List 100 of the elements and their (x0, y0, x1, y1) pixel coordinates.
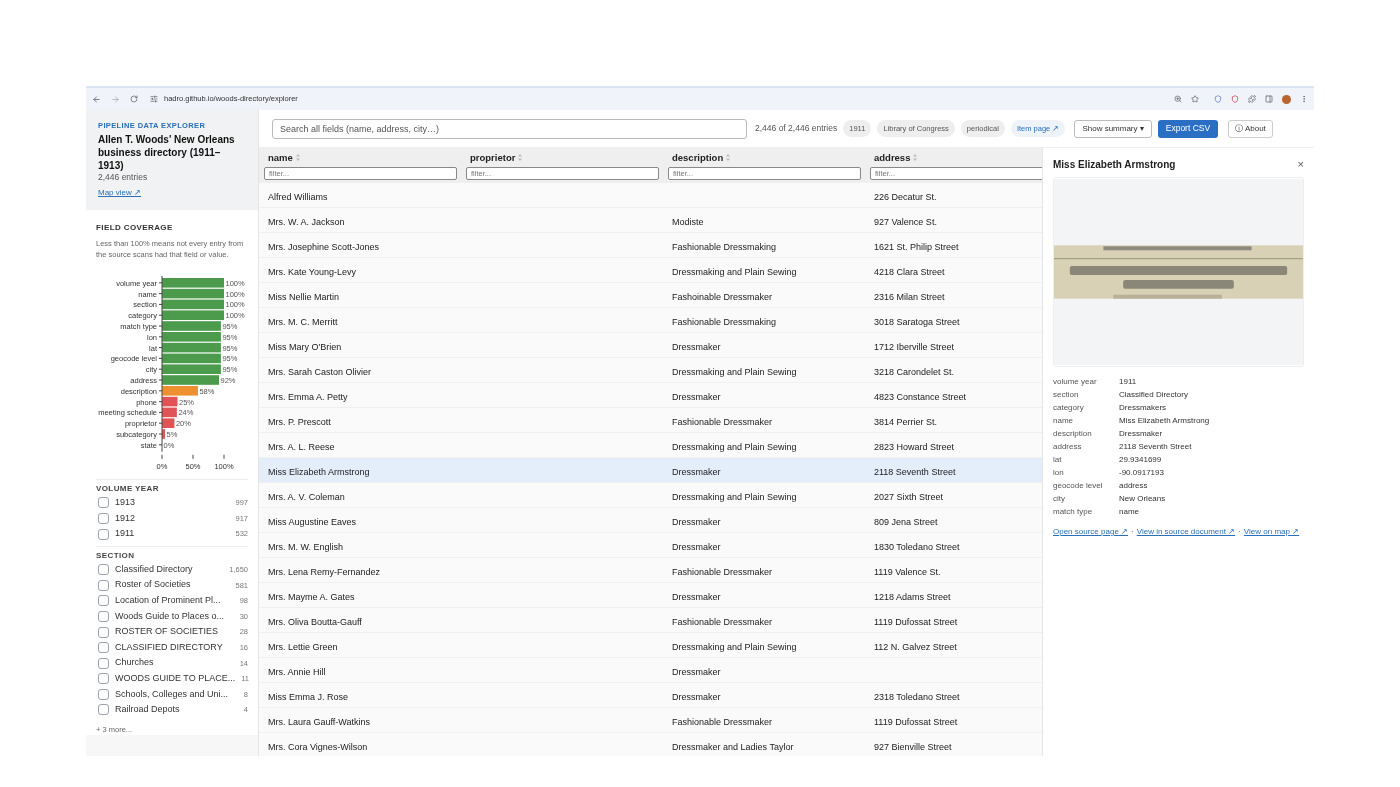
checkbox[interactable] (98, 673, 109, 685)
field-value: Dressmaker (1119, 428, 1164, 440)
column-header[interactable]: description (672, 150, 724, 165)
facet-option[interactable]: Woods Guide to Places o... (115, 609, 224, 624)
table-cell: Dressmaker (672, 692, 721, 702)
coverage-bar (162, 407, 177, 418)
show-summary-button[interactable]: Show summary ▾ (1074, 119, 1152, 138)
facet-option[interactable]: CLASSIFIED DIRECTORY (115, 640, 223, 655)
table-cell: Mrs. Mayme A. Gates (268, 592, 355, 602)
table-cell: 4218 Clara Street (874, 267, 945, 277)
coverage-bar (162, 364, 221, 375)
back-icon[interactable] (92, 94, 101, 104)
table-cell: Fashoinable Dressmaker (672, 292, 773, 302)
field-key: lon (1053, 466, 1119, 479)
facet-option[interactable]: 1912 (115, 511, 136, 526)
facet-option[interactable]: 1911 (115, 527, 135, 541)
sort-icon[interactable] (295, 154, 300, 162)
field-key: city (1053, 492, 1119, 505)
search-field[interactable]: Search all fields (name, address, city…) (272, 118, 747, 139)
zoom-icon[interactable] (1174, 95, 1182, 103)
table-cell: Dressmaker (672, 592, 721, 602)
table-cell: Dressmaking and Plain Sewing (672, 442, 797, 452)
about-button[interactable]: ⓘ About (1228, 119, 1273, 138)
sort-icon[interactable] (518, 154, 523, 162)
facet-option[interactable]: Classified Directory (115, 562, 193, 577)
forward-icon[interactable] (111, 94, 120, 104)
table-row[interactable]: Miss Elizabeth Armstrong Dressmaker 2118 Seventh Street (259, 458, 1042, 483)
table-cell: 2316 Milan Street (874, 292, 945, 302)
facet-option[interactable]: ROSTER OF SOCIETIES (115, 625, 218, 639)
source-link[interactable]: View in source document ↗ (1136, 526, 1236, 538)
column-header[interactable]: name (268, 150, 293, 165)
facet-option[interactable]: Churches (115, 656, 154, 670)
export-csv-button[interactable]: Export CSV (1157, 119, 1219, 138)
side-panel-icon[interactable] (1265, 95, 1273, 103)
table-cell: 2027 Sixth Street (874, 492, 944, 502)
sort-icon[interactable] (913, 154, 918, 162)
checkbox[interactable] (98, 610, 109, 622)
coverage-bar (162, 289, 224, 299)
facet-option[interactable]: Location of Prominent Pl... (115, 594, 221, 608)
table-cell: Mrs. Sarah Caston Olivier (268, 367, 372, 377)
checkbox[interactable] (98, 579, 109, 591)
checkbox[interactable] (98, 528, 109, 540)
field-value: 2118 Seventh Street (1119, 441, 1193, 453)
coverage-bar (162, 278, 224, 288)
checkbox[interactable] (98, 688, 109, 700)
extensions-icon[interactable] (1248, 95, 1256, 103)
table-cell: Fashionable Dressmaker (672, 617, 773, 627)
table-cell: Mrs. Josephine Scott-Jones (268, 242, 380, 252)
field-key: name (1053, 414, 1119, 427)
facet-option[interactable]: Railroad Depots (115, 703, 180, 717)
checkbox[interactable] (98, 497, 109, 509)
entry-count: 2,446 of 2,446 entries (755, 122, 838, 135)
checkbox[interactable] (98, 657, 109, 669)
detail-title: Miss Elizabeth Armstrong (1053, 157, 1176, 172)
column-header[interactable]: proprietor (470, 150, 516, 165)
site-settings-icon[interactable] (150, 95, 158, 103)
table-cell: Mrs. M. C. Merritt (268, 317, 338, 327)
profile-avatar[interactable] (1282, 94, 1291, 104)
facet-option[interactable]: Schools, Colleges and Uni... (115, 687, 229, 702)
facet-option[interactable]: Roster of Societies (115, 578, 191, 592)
source-link[interactable]: Open source page ↗ (1053, 526, 1129, 538)
map-view-link[interactable]: Map view ↗ (98, 188, 141, 198)
table-cell: Fashionable Dressmaker (672, 717, 773, 727)
field-key: address (1053, 440, 1119, 453)
checkbox[interactable] (98, 564, 109, 576)
table-cell: Fashionable Dressmaker (672, 567, 773, 577)
checkbox[interactable] (98, 512, 109, 524)
source-link[interactable]: View on map ↗ (1243, 526, 1300, 538)
facet-option[interactable]: WOODS GUIDE TO PLACE... (115, 672, 236, 686)
shield-icon[interactable] (1231, 95, 1239, 103)
checkbox[interactable] (98, 642, 109, 654)
link-separator: · (1238, 526, 1241, 538)
field-key: section (1053, 388, 1119, 401)
shield-icon[interactable] (1214, 95, 1222, 103)
table-cell: 927 Bienville Street (874, 742, 952, 752)
table-cell: 1119 Dufossat Street (874, 717, 958, 727)
table-cell: Dressmaker (672, 517, 721, 527)
sort-icon[interactable] (726, 154, 731, 162)
table-cell: 2318 Toledano Street (874, 692, 960, 702)
column-header[interactable]: address (874, 150, 911, 165)
reload-icon[interactable] (130, 95, 138, 103)
checkbox[interactable] (98, 704, 109, 716)
table-cell: 1830 Toledano Street (874, 542, 960, 552)
bookmark-star-icon[interactable] (1191, 95, 1199, 103)
table-cell: Mrs. Kate Young-Levy (268, 267, 357, 277)
close-button[interactable]: × (1297, 158, 1304, 170)
field-value: 1911 (1119, 376, 1138, 388)
table-cell: 226 Decatur St. (874, 192, 937, 202)
checkbox[interactable] (98, 595, 109, 607)
table-cell: 1712 Iberville Street (874, 342, 955, 352)
table-cell: Dressmaking and Plain Sewing (672, 267, 797, 277)
checkbox[interactable] (98, 626, 109, 638)
table-cell: Miss Augustine Eaves (268, 517, 357, 527)
facet-option[interactable]: 1913 (115, 496, 136, 510)
table-cell: 4823 Constance Street (874, 392, 967, 402)
field-value: address (1119, 480, 1149, 492)
menu-icon[interactable] (1300, 95, 1308, 103)
section-heading: FIELD COVERAGE (96, 222, 174, 235)
table-cell: Fashionable Dressmaking (672, 317, 777, 327)
table-cell: Fashionable Dressmaker (672, 417, 773, 427)
